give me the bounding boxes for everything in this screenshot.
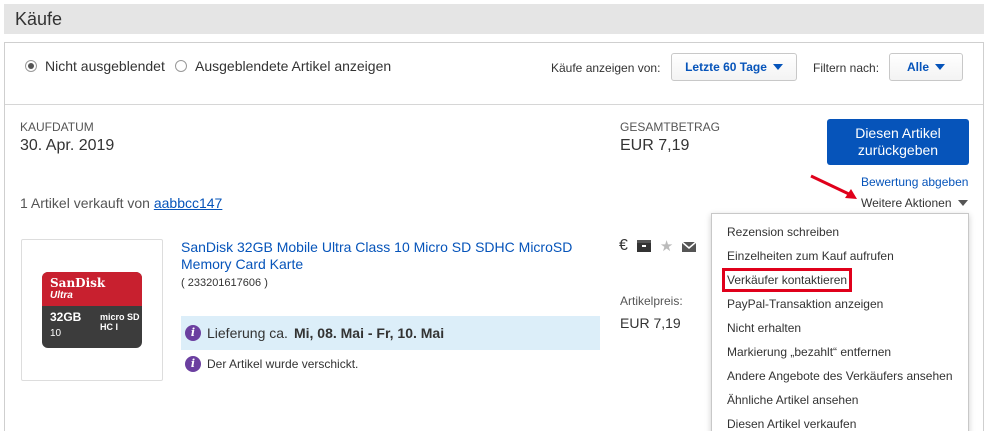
envelope-icon bbox=[681, 241, 697, 252]
filter-bar: Nicht ausgeblendet Ausgeblendete Artikel… bbox=[5, 43, 983, 105]
menu-item-contact-seller[interactable]: Verkäufer kontaktieren bbox=[721, 268, 853, 292]
more-actions-toggle[interactable]: Weitere Aktionen bbox=[861, 196, 968, 210]
return-item-button[interactable]: Diesen Artikel zurückgeben bbox=[827, 119, 969, 165]
radio-not-hidden-label: Nicht ausgeblendet bbox=[45, 58, 165, 74]
red-arrow-icon bbox=[810, 174, 857, 199]
more-actions-label: Weitere Aktionen bbox=[861, 196, 952, 210]
purchases-panel: Nicht ausgeblendet Ausgeblendete Artikel… bbox=[4, 42, 984, 431]
item-title-link[interactable]: SanDisk 32GB Mobile Ultra Class 10 Micro… bbox=[181, 239, 601, 273]
card-brand: SanDisk bbox=[50, 276, 106, 290]
radio-selected-icon bbox=[25, 60, 37, 72]
period-dropdown-value: Letzte 60 Tage bbox=[685, 60, 767, 74]
menu-item-seller-other-items[interactable]: Andere Angebote des Verkäufers ansehen bbox=[727, 369, 953, 383]
total-value: EUR 7,19 bbox=[620, 137, 690, 154]
seller-prefix: 1 Artikel verkauft von bbox=[20, 195, 150, 211]
page-title: Käufe bbox=[15, 9, 63, 29]
menu-item-paypal-transaction[interactable]: PayPal-Transaktion anzeigen bbox=[727, 297, 883, 311]
menu-item-write-review[interactable]: Rezension schreiben bbox=[727, 225, 839, 239]
radio-not-hidden[interactable]: Nicht ausgeblendet bbox=[25, 58, 165, 74]
period-dropdown[interactable]: Letzte 60 Tage bbox=[671, 53, 797, 81]
shipped-status: i Der Artikel wurde verschickt. bbox=[185, 356, 358, 372]
sd-card-image: SanDisk Ultra 32GB micro SD HC I 10 bbox=[42, 272, 142, 348]
leave-feedback-link[interactable]: Bewertung abgeben bbox=[861, 175, 968, 189]
item-price-value: EUR 7,19 bbox=[620, 315, 681, 331]
card-class: 10 bbox=[50, 328, 62, 339]
filter-label: Filtern nach: bbox=[813, 61, 880, 75]
menu-item-sell-this-item[interactable]: Diesen Artikel verkaufen bbox=[727, 417, 856, 431]
item-price-label: Artikelpreis: bbox=[620, 294, 683, 308]
card-micro: micro SD HC I bbox=[100, 312, 140, 332]
page-header: Käufe bbox=[4, 4, 984, 34]
shipped-status-text: Der Artikel wurde verschickt. bbox=[207, 357, 359, 371]
purchase-date-value: 30. Apr. 2019 bbox=[20, 137, 115, 154]
euro-icon: € bbox=[619, 237, 628, 254]
seller-line: 1 Artikel verkauft von aabbcc147 bbox=[20, 195, 222, 211]
delivery-dates: Mi, 08. Mai - Fr, 10. Mai bbox=[293, 325, 445, 341]
menu-item-purchase-details[interactable]: Einzelheiten zum Kauf aufrufen bbox=[727, 249, 894, 263]
item-thumbnail[interactable]: SanDisk Ultra 32GB micro SD HC I 10 bbox=[21, 239, 163, 381]
menu-item-unmark-paid[interactable]: Markierung „bezahlt“ entfernen bbox=[727, 345, 891, 359]
more-actions-menu: Rezension schreiben Einzelheiten zum Kau… bbox=[711, 213, 969, 431]
period-label: Käufe anzeigen von: bbox=[551, 61, 661, 75]
purchase-date-label: KAUFDATUM bbox=[20, 120, 94, 134]
status-icons: € ★ bbox=[619, 237, 697, 255]
radio-show-hidden-label: Ausgeblendete Artikel anzeigen bbox=[195, 58, 392, 74]
caret-down-icon bbox=[935, 64, 945, 70]
item-number: ( 233201617606 ) bbox=[181, 277, 268, 289]
caret-down-icon bbox=[957, 200, 968, 206]
total-label: GESAMTBETRAG bbox=[620, 120, 721, 134]
menu-item-similar-items[interactable]: Ähnliche Artikel ansehen bbox=[727, 393, 858, 407]
menu-item-not-received[interactable]: Nicht erhalten bbox=[727, 321, 801, 335]
filter-dropdown[interactable]: Alle bbox=[889, 53, 963, 81]
caret-down-icon bbox=[772, 64, 783, 70]
filter-dropdown-value: Alle bbox=[906, 60, 929, 74]
seller-link[interactable]: aabbcc147 bbox=[154, 195, 223, 211]
radio-unselected-icon bbox=[175, 60, 187, 72]
card-line: Ultra bbox=[50, 290, 73, 301]
package-icon bbox=[636, 240, 651, 252]
info-icon: i bbox=[185, 356, 201, 372]
delivery-estimate: i Lieferung ca. Mi, 08. Mai - Fr, 10. Ma… bbox=[181, 316, 600, 350]
card-capacity: 32GB bbox=[50, 310, 82, 324]
info-icon: i bbox=[185, 325, 201, 341]
radio-show-hidden[interactable]: Ausgeblendete Artikel anzeigen bbox=[175, 58, 391, 74]
delivery-prefix: Lieferung ca. bbox=[207, 325, 288, 341]
star-icon: ★ bbox=[659, 238, 674, 255]
